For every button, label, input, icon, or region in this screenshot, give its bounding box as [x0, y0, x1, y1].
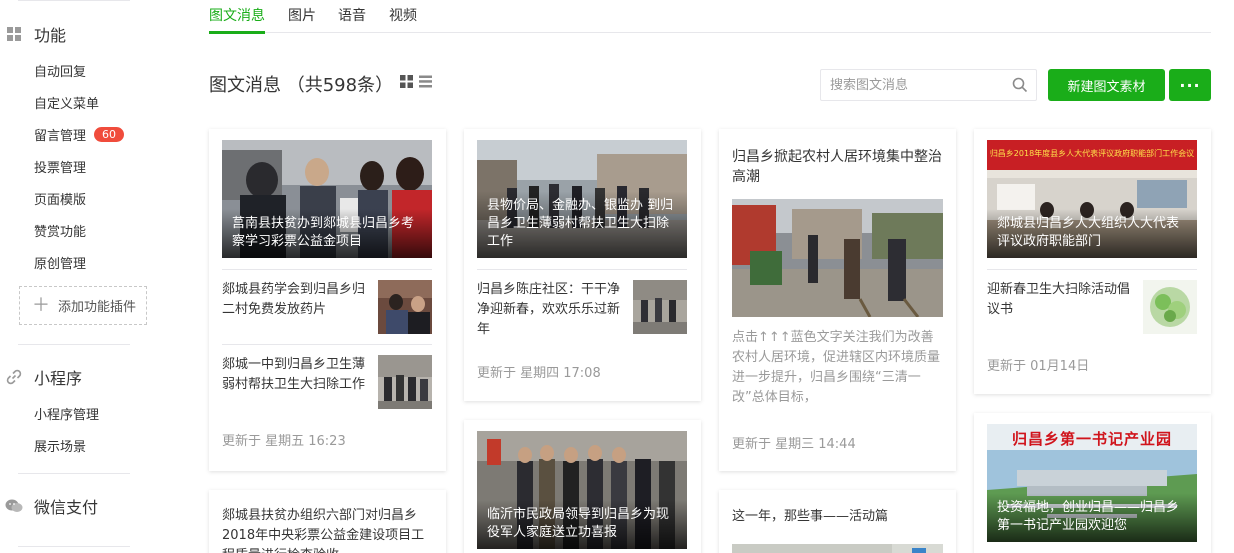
sidebar-item-label: 自动回复 [34, 65, 87, 80]
article-title: 这一年，那些事——活动篇 [732, 509, 889, 524]
banner-text: 归昌乡第一书记产业园 [1011, 430, 1172, 448]
new-article-button[interactable]: 新建图文素材 [1048, 69, 1165, 101]
update-time: 更新于 星期五 16:23 [222, 434, 346, 449]
divider [222, 269, 432, 270]
sidebar-item-auto-reply[interactable]: 自动回复 [34, 61, 86, 80]
more-options-button[interactable]: ··· [1169, 69, 1211, 101]
update-time: 更新于 01月14日 [987, 359, 1090, 374]
sidebar-divider [18, 0, 130, 1]
sidebar-section-wxpay[interactable]: 微信支付 [5, 494, 98, 518]
sidebar-divider [18, 546, 130, 547]
sub-article-thumbnail [378, 280, 432, 334]
card-view-icon[interactable] [400, 75, 413, 92]
article-photo [732, 199, 943, 317]
search-input[interactable] [821, 70, 1001, 100]
sub-article[interactable]: 归昌乡陈庄社区：干干净净迎新春，欢欢乐乐过新年 [477, 280, 687, 340]
tab-images[interactable]: 图片 [288, 5, 316, 33]
cover-title: 投资福地，创业归昌——归昌乡第一书记产业园欢迎您 [987, 493, 1197, 542]
sidebar-item-original[interactable]: 原创管理 [34, 253, 86, 272]
view-toggle [400, 75, 432, 92]
wechat-pay-icon [5, 497, 23, 515]
material-tabs: 图文消息 图片 语音 视频 [209, 0, 1211, 34]
tab-articles[interactable]: 图文消息 [209, 5, 265, 34]
sub-article-title: 归昌乡陈庄社区：干干净净迎新春，欢欢乐乐过新年 [477, 282, 621, 337]
article-cover[interactable]: 归昌乡2018年度县乡人大代表评议政府职能部门工作会议 郯城县归昌乡人大组织人大… [987, 140, 1197, 258]
sub-article-thumbnail [378, 355, 432, 409]
article-cover[interactable]: 莒南县扶贫办到郯城县归昌乡考察学习彩票公益金项目 [222, 140, 432, 258]
plus-icon: ＋ [32, 294, 50, 316]
article-card[interactable]: 临沂市民政局领导到归昌乡为现役军人家庭送立功喜报 [464, 420, 701, 553]
sidebar-section-miniprogram[interactable]: 小程序 [5, 365, 82, 389]
cover-title: 临沂市民政局领导到归昌乡为现役军人家庭送立功喜报 [477, 500, 687, 549]
article-card[interactable]: 这一年，那些事——活动篇 [719, 490, 956, 553]
sidebar-divider [18, 344, 130, 345]
sidebar-item-label: 自定义菜单 [34, 97, 100, 112]
add-plugin-button[interactable]: ＋ 添加功能插件 [19, 286, 147, 325]
article-title: 郯城县扶贫办组织六部门对归昌乡2018年中央彩票公益金建设项目工程质量进行检查验… [222, 508, 425, 553]
grid-icon [5, 25, 23, 43]
sub-article-thumbnail [1143, 280, 1197, 334]
sidebar-item-showcase[interactable]: 展示场景 [34, 436, 86, 455]
divider [987, 269, 1197, 270]
sidebar-item-comments[interactable]: 留言管理 60 [34, 125, 125, 144]
sidebar-item-label: 小程序管理 [34, 408, 100, 423]
article-title: 归昌乡掀起农村人居环境集中整治高潮 [732, 149, 942, 185]
sidebar-item-page-templates[interactable]: 页面模版 [34, 189, 86, 208]
article-cover[interactable]: 临沂市民政局领导到归昌乡为现役军人家庭送立功喜报 [477, 431, 687, 549]
sidebar-item-label: 原创管理 [34, 257, 87, 272]
update-time: 更新于 星期三 14:44 [732, 437, 856, 452]
sidebar-item-custom-menu[interactable]: 自定义菜单 [34, 93, 99, 112]
article-card[interactable]: 县物价局、金融办、银监办 到归昌乡卫生薄弱村帮扶卫生大扫除工作 归昌乡陈庄社区：… [464, 129, 701, 401]
divider [477, 269, 687, 270]
update-time: 更新于 星期四 17:08 [477, 366, 601, 381]
cover-title: 莒南县扶贫办到郯城县归昌乡考察学习彩票公益金项目 [222, 209, 432, 258]
add-plugin-label: 添加功能插件 [58, 300, 137, 315]
article-card[interactable]: 归昌乡第一书记产业园 投资福地，创业归昌——归昌乡第一书记产业园欢迎您 [974, 413, 1211, 553]
article-cover[interactable]: 归昌乡第一书记产业园 投资福地，创业归昌——归昌乡第一书记产业园欢迎您 [987, 424, 1197, 542]
sidebar-section-features[interactable]: 功能 [5, 22, 66, 46]
list-view-icon[interactable] [419, 75, 432, 92]
article-card[interactable]: 归昌乡2018年度县乡人大代表评议政府职能部门工作会议 郯城县归昌乡人大组织人大… [974, 129, 1211, 394]
sidebar-item-label: 赞赏功能 [34, 225, 87, 240]
sidebar-item-reward[interactable]: 赞赏功能 [34, 221, 86, 240]
link-icon [5, 368, 23, 386]
article-card[interactable]: 归昌乡掀起农村人居环境集中整治高潮 点击↑↑↑蓝色文字关注我们为改善农村人居环境… [719, 129, 956, 471]
sidebar-section-label: 小程序 [34, 369, 83, 388]
article-photo [732, 544, 943, 553]
sidebar-item-votes[interactable]: 投票管理 [34, 157, 86, 176]
sidebar-item-label: 留言管理 [34, 129, 87, 144]
sub-article-title: 郯城一中到归昌乡卫生薄弱村帮扶卫生大扫除工作 [222, 357, 366, 392]
sub-article-title: 迎新春卫生大扫除活动倡议书 [987, 282, 1131, 317]
banner-text: 归昌乡2018年度县乡人大代表评议政府职能部门工作会议 [989, 149, 1195, 158]
sub-article-thumbnail [633, 280, 687, 334]
article-card[interactable]: 莒南县扶贫办到郯城县归昌乡考察学习彩票公益金项目 郯城县药学会到归昌乡归二村免费… [209, 129, 446, 471]
article-card[interactable]: 郯城县扶贫办组织六部门对归昌乡2018年中央彩票公益金建设项目工程质量进行检查验… [209, 490, 446, 553]
sub-article[interactable]: 郯城一中到归昌乡卫生薄弱村帮扶卫生大扫除工作 [222, 355, 432, 409]
sub-article[interactable]: 郯城县药学会到归昌乡归二村免费发放药片 [222, 280, 432, 334]
tab-video[interactable]: 视频 [389, 5, 417, 33]
sidebar-divider [18, 473, 130, 474]
sidebar-item-label: 投票管理 [34, 161, 87, 176]
unread-count-badge: 60 [94, 127, 125, 142]
sub-article-title: 郯城县药学会到归昌乡归二村免费发放药片 [222, 282, 366, 317]
sidebar-item-label: 页面模版 [34, 193, 87, 208]
article-digest: 点击↑↑↑蓝色文字关注我们为改善农村人居环境，促进辖区内环境质量进一步提升，归昌… [732, 330, 941, 405]
sidebar-item-miniprogram-manage[interactable]: 小程序管理 [34, 404, 99, 423]
sidebar-item-label: 展示场景 [34, 440, 87, 455]
article-cover[interactable]: 县物价局、金融办、银监办 到归昌乡卫生薄弱村帮扶卫生大扫除工作 [477, 140, 687, 258]
sidebar: 功能 自动回复 自定义菜单 留言管理 60 投票管理 页面模版 赞赏功能 原创管理… [0, 0, 160, 553]
sidebar-section-label: 功能 [34, 26, 67, 45]
tab-audio[interactable]: 语音 [338, 5, 366, 33]
cover-title: 县物价局、金融办、银监办 到归昌乡卫生薄弱村帮扶卫生大扫除工作 [477, 191, 687, 258]
page-title: 图文消息 （共598条） [209, 75, 394, 96]
sub-article[interactable]: 迎新春卫生大扫除活动倡议书 [987, 280, 1197, 334]
divider [222, 344, 432, 345]
sidebar-section-label: 微信支付 [34, 498, 99, 517]
cover-title: 郯城县归昌乡人大组织人大代表评议政府职能部门 [987, 209, 1197, 258]
search-icon[interactable] [1012, 77, 1028, 97]
search-box [820, 69, 1037, 101]
